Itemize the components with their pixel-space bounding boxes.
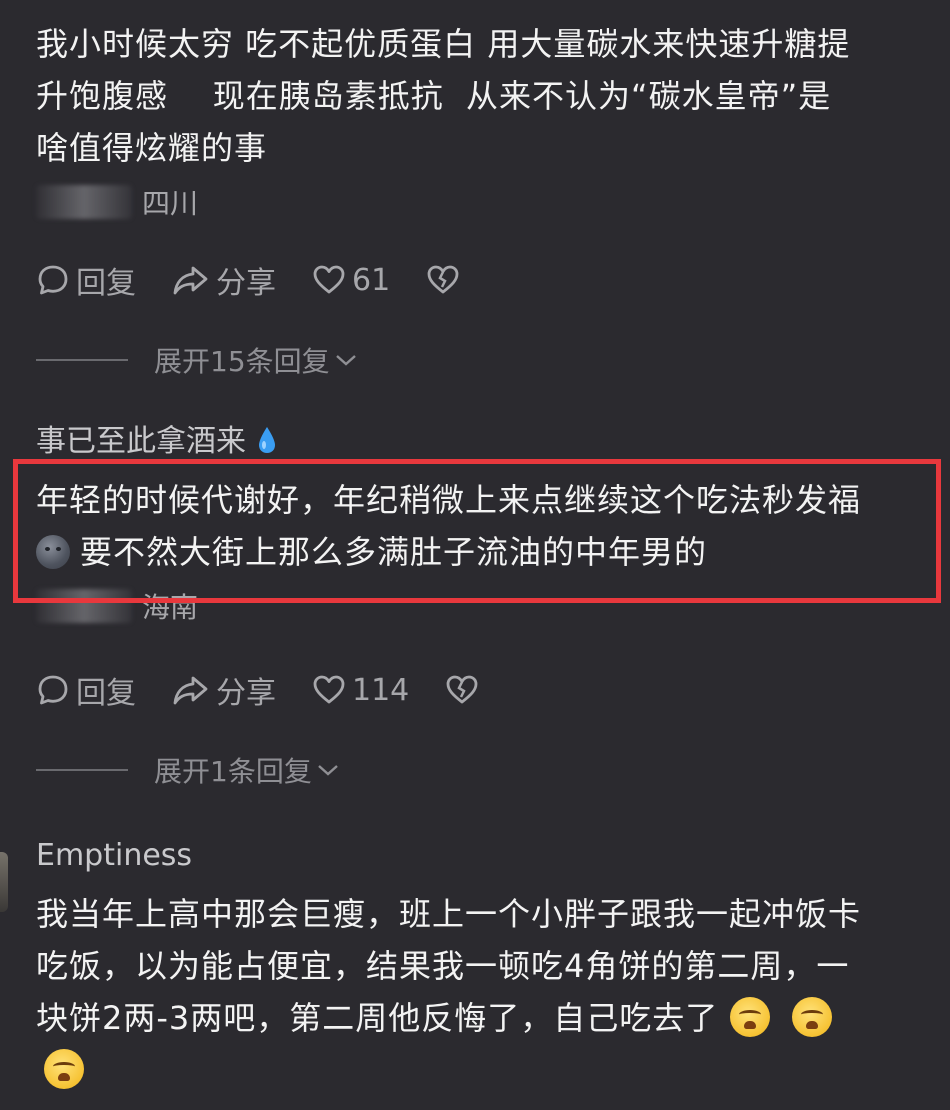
comment-1-actions: 回复 分享 61 — [36, 258, 502, 302]
comment-line: 啥值得炫耀的事 — [36, 129, 268, 167]
comment-1-meta: 四川 — [36, 180, 920, 224]
share-button[interactable]: 分享 — [172, 668, 276, 712]
dislike-button[interactable] — [445, 674, 485, 706]
comment-1: 我小时候太穷 吃不起优质蛋白 用大量碳水来快速升糖提 升饱腹感 现在胰岛素抵抗 … — [36, 18, 920, 224]
comment-2-actions: 回复 分享 114 — [36, 668, 521, 712]
comment-2-meta: 海南 — [36, 584, 920, 628]
reply-label: 回复 — [76, 266, 136, 301]
expand-replies-label: 展开15条回复 — [154, 345, 330, 378]
like-count: 114 — [352, 672, 410, 708]
comment-line: 块饼2两-3两吧，第二周他反悔了，自己吃去了 — [36, 999, 719, 1037]
comment-line: 吃饭，以为能占便宜，结果我一顿吃4角饼的第二周，一 — [36, 947, 850, 985]
share-arrow-icon — [173, 266, 208, 295]
comment-3: Emptiness 我当年上高中那会巨瘦，班上一个小胖子跟我一起冲饭卡 吃饭，以… — [36, 836, 920, 1096]
comment-2: 事已至此拿酒来 年轻的时候代谢好，年纪稍微上来点继续这个吃法秒发福 要不然大街上… — [36, 422, 920, 628]
broken-heart-icon — [446, 675, 478, 704]
expand-replies-label: 展开1条回复 — [154, 755, 312, 788]
crying-face-emoji — [44, 1049, 84, 1089]
avatar-edge — [0, 852, 8, 912]
comment-2-text: 年轻的时候代谢好，年纪稍微上来点继续这个吃法秒发福 要不然大街上那么多满肚子流油… — [36, 474, 920, 578]
like-count: 61 — [352, 262, 391, 298]
blurred-username — [36, 185, 132, 219]
reply-label: 回复 — [76, 676, 136, 711]
divider — [36, 359, 128, 361]
heart-icon — [313, 265, 345, 294]
dislike-button[interactable] — [426, 264, 466, 296]
blurred-username — [36, 589, 132, 623]
comment-line: 升饱腹感 现在胰岛素抵抗 从来不认为“碳水皇帝”是 — [36, 77, 832, 115]
comment-3-text: 我当年上高中那会巨瘦，班上一个小胖子跟我一起冲饭卡 吃饭，以为能占便宜，结果我一… — [36, 888, 920, 1096]
comment-line: 年轻的时候代谢好，年纪稍微上来点继续这个吃法秒发福 — [36, 481, 862, 519]
expand-replies-2[interactable]: 展开1条回复 — [36, 748, 340, 792]
reply-button[interactable]: 回复 — [36, 258, 136, 302]
comment-bubble-icon — [38, 265, 68, 295]
comment-line: 我当年上高中那会巨瘦，班上一个小胖子跟我一起冲饭卡 — [36, 895, 862, 933]
comment-3-username[interactable]: Emptiness — [36, 836, 920, 876]
share-label: 分享 — [216, 676, 276, 711]
water-drop-icon — [258, 427, 275, 453]
divider — [36, 769, 128, 771]
chevron-down-icon — [335, 355, 356, 366]
comment-line-with-emoji: 块饼2两-3两吧，第二周他反悔了，自己吃去了 — [36, 992, 920, 1044]
like-button[interactable]: 114 — [312, 673, 409, 708]
share-label: 分享 — [216, 266, 276, 301]
crying-face-emoji — [730, 997, 771, 1037]
comment-1-text: 我小时候太穷 吃不起优质蛋白 用大量碳水来快速升糖提 升饱腹感 现在胰岛素抵抗 … — [36, 18, 920, 174]
reply-button[interactable]: 回复 — [36, 668, 136, 712]
share-button[interactable]: 分享 — [172, 258, 276, 302]
location-label: 四川 — [142, 187, 199, 220]
heart-icon — [313, 675, 345, 704]
comment-line: 我小时候太穷 吃不起优质蛋白 用大量碳水来快速升糖提 — [36, 25, 851, 63]
chevron-down-icon — [318, 765, 338, 776]
broken-heart-icon — [427, 265, 459, 294]
like-button[interactable]: 61 — [312, 263, 390, 298]
comment-2-username[interactable]: 事已至此拿酒来 — [36, 422, 920, 462]
expand-replies-1[interactable]: 展开15条回复 — [36, 338, 358, 382]
location-label: 海南 — [142, 591, 199, 624]
share-arrow-icon — [173, 676, 208, 705]
comment-line: 要不然大街上那么多满肚子流油的中年男的 — [80, 533, 708, 571]
comment-bubble-icon — [38, 675, 68, 705]
dark-moon-face-emoji — [36, 535, 70, 569]
comment-line-with-emoji: 要不然大街上那么多满肚子流油的中年男的 — [36, 526, 920, 578]
crying-face-emoji — [792, 997, 833, 1037]
emoji-line — [36, 1044, 920, 1096]
username: Emptiness — [36, 838, 193, 873]
username: 事已至此拿酒来 — [36, 424, 246, 459]
